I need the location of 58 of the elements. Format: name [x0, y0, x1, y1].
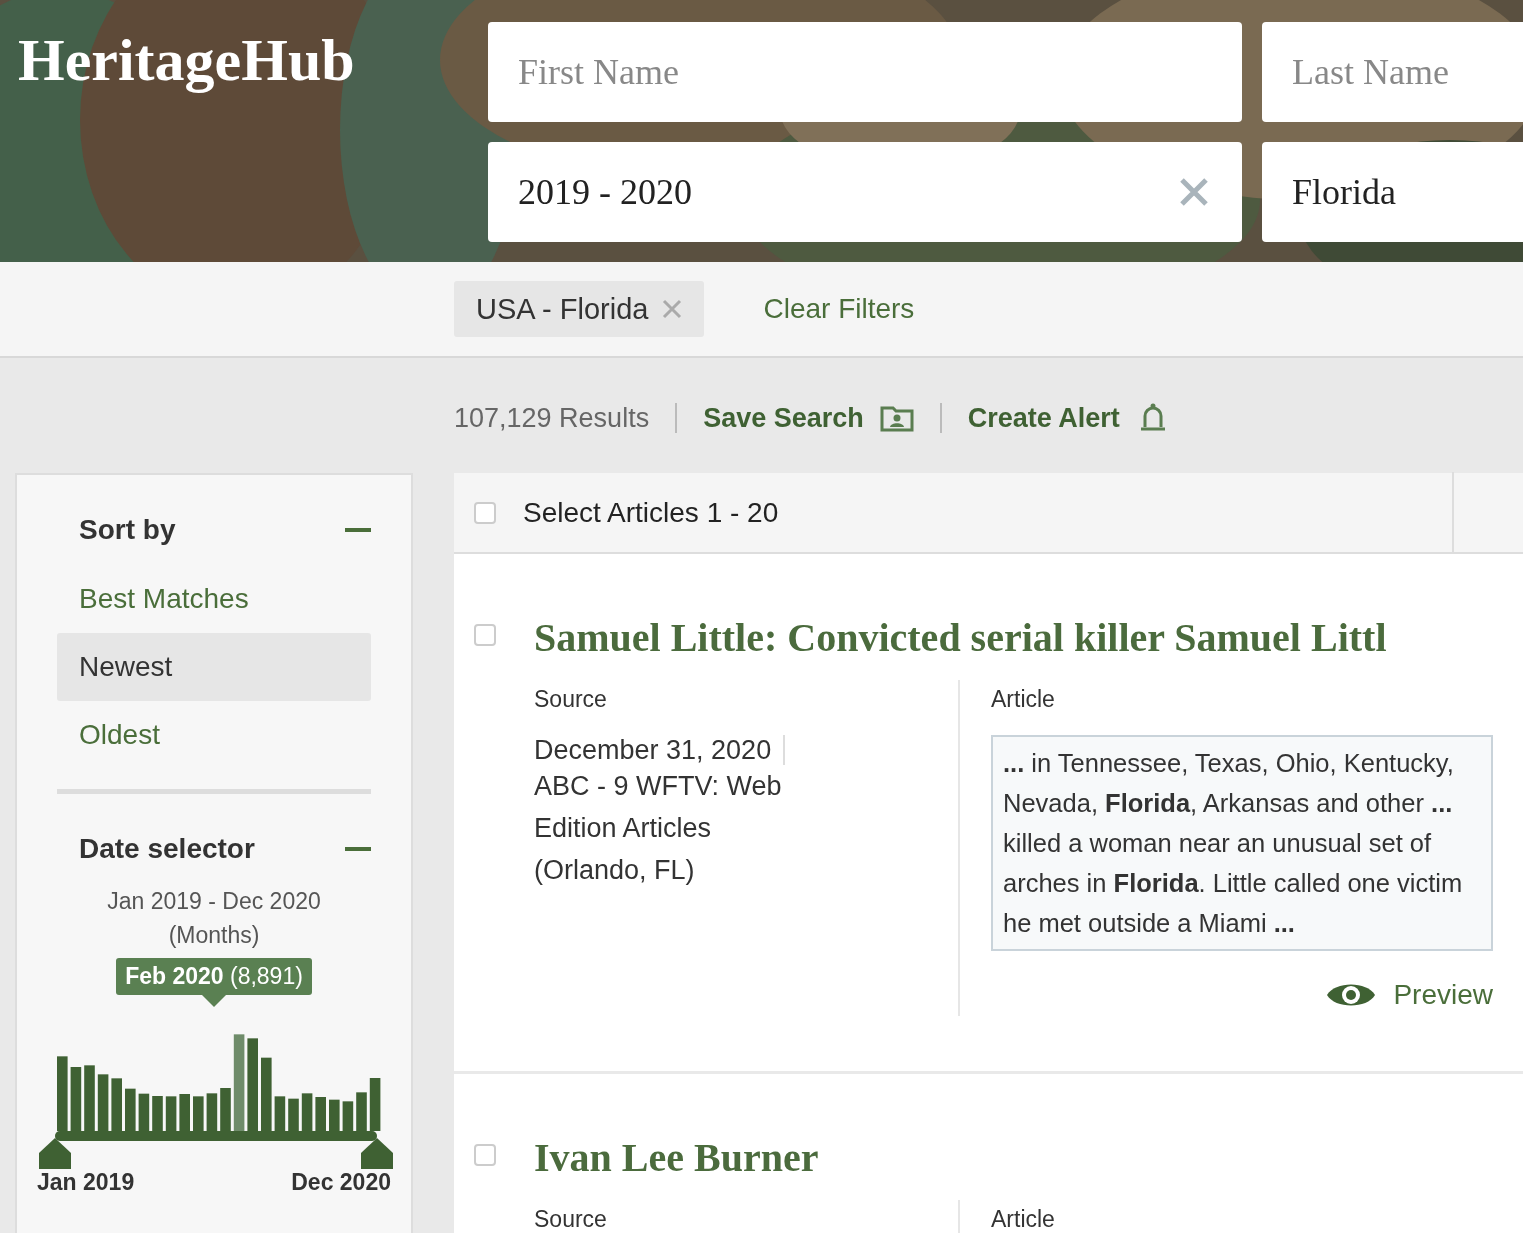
first-name-field[interactable]: First Name	[488, 22, 1242, 122]
histogram-bar[interactable]	[288, 1098, 299, 1131]
filter-chip[interactable]: USA - Florida	[454, 281, 705, 337]
section-title: Date selector	[79, 833, 255, 865]
histogram-bar[interactable]	[301, 1093, 313, 1131]
source-label: Source	[534, 1206, 608, 1233]
range-end-label: Dec 2020	[291, 1169, 391, 1196]
results-count: 107,129 Results	[454, 402, 650, 434]
article-snippet: ... in Tennessee, Texas, Ohio, Kentucky, Nevada, Florida, Arkansas and other ... killed a woman near an unusual set of arches in Florida. Little called one victim he met outside a Miami ...	[991, 735, 1493, 951]
create-alert-link[interactable]: Create Alert	[967, 402, 1120, 434]
range-start-label: Jan 2019	[37, 1169, 135, 1196]
location-field[interactable]: Florida	[1262, 142, 1523, 242]
preview-link[interactable]: Preview	[1393, 979, 1493, 1011]
slider-handle[interactable]	[360, 1137, 394, 1169]
section-title: Sort by	[79, 514, 176, 546]
clear-icon[interactable]	[1178, 176, 1210, 208]
histogram-bar[interactable]	[342, 1101, 354, 1131]
histogram-bar[interactable]	[261, 1057, 272, 1131]
save-search-link[interactable]: Save Search	[703, 402, 864, 434]
histogram-bar[interactable]	[179, 1094, 190, 1131]
histogram-bar[interactable]	[193, 1096, 204, 1131]
histogram-bar[interactable]	[165, 1096, 177, 1131]
article-checkbox[interactable]	[474, 1144, 496, 1166]
histogram-bar[interactable]	[329, 1099, 340, 1131]
histogram-bar[interactable]	[274, 1096, 286, 1131]
article-label: Article	[991, 686, 1056, 713]
select-all-checkbox[interactable]	[474, 501, 496, 524]
histogram-bar[interactable]	[369, 1078, 381, 1131]
histogram-bar[interactable]	[57, 1056, 68, 1131]
source-label: Source	[534, 686, 608, 713]
clear-filters-link[interactable]: Clear Filters	[763, 293, 915, 325]
article-date: December 31, 2020	[534, 735, 786, 765]
sort-option[interactable]: Oldest	[57, 701, 371, 769]
date-range-text: Jan 2019 - Dec 2020	[106, 887, 322, 916]
last-name-field[interactable]: Last Name	[1262, 22, 1523, 122]
article-label: Article	[991, 1206, 1056, 1233]
histogram-bar[interactable]	[233, 1034, 245, 1131]
article-title[interactable]: Ivan Lee Burner	[534, 1136, 1523, 1180]
histogram-bar[interactable]	[247, 1038, 258, 1131]
histogram-bar[interactable]	[97, 1074, 109, 1131]
histogram-bar[interactable]	[70, 1067, 82, 1131]
histogram-bar[interactable]	[138, 1093, 150, 1131]
histogram-bar[interactable]	[356, 1092, 367, 1131]
histogram-bar[interactable]	[125, 1088, 136, 1131]
article-checkbox[interactable]	[474, 624, 496, 646]
unit-text: (Months)	[167, 921, 261, 950]
histogram-bar[interactable]	[206, 1093, 218, 1131]
sort-option[interactable]: Newest	[57, 633, 371, 701]
tooltip: Feb 2020 (8,891)	[116, 958, 312, 1007]
article-title[interactable]: Samuel Little: Convicted serial killer Samuel Littl	[534, 616, 1523, 660]
site-logo[interactable]: HeritageHub	[18, 30, 488, 242]
slider-handle[interactable]	[38, 1137, 72, 1169]
publication-name: ABC - 9 WFTV: Web Edition Articles (Orlando, FL)	[534, 770, 783, 887]
histogram-bar[interactable]	[315, 1097, 326, 1131]
date-range-field[interactable]: 2019 - 2020	[488, 142, 1242, 242]
histogram-bar[interactable]	[111, 1078, 122, 1131]
sort-option[interactable]: Best Matches	[57, 565, 371, 633]
select-label: Select Articles 1 - 20	[523, 496, 780, 529]
